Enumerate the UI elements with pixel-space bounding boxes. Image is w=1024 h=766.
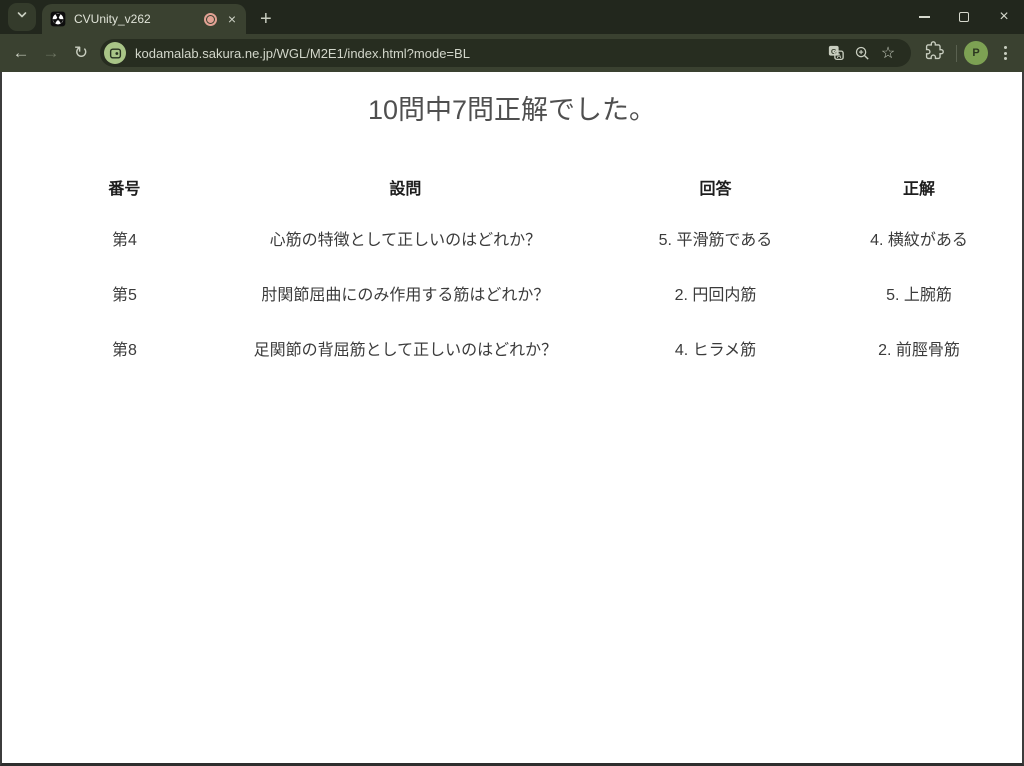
minimize-button[interactable] [904,0,944,34]
profile-avatar[interactable]: P [964,41,988,65]
forward-button[interactable]: → [36,38,66,68]
question-cell: 足関節の背屈筋として正しいのはどれか？ [221,321,589,376]
header-answer: 回答 [590,163,842,211]
answer-cell: 4. ヒラメ筋 [590,321,842,376]
question-cell: 心筋の特徴として正しいのはどれか？ [221,211,589,266]
browser-tab[interactable]: CVUnity_v262 × [42,4,246,34]
question-cell: 肘関節屈曲にのみ作用する筋はどれか？ [221,266,589,321]
correct-cell: 5. 上腕筋 [841,266,996,321]
table-row: 第4 心筋の特徴として正しいのはどれか？ 5. 平滑筋である 4. 横紋がある [28,211,997,266]
url-text[interactable]: kodamalab.sakura.ne.jp/WGL/M2E1/index.ht… [135,46,823,61]
close-icon: × [999,9,1008,25]
address-bar[interactable]: kodamalab.sakura.ne.jp/WGL/M2E1/index.ht… [100,39,911,67]
browser-toolbar: ← → ↻ kodamalab.sakura.ne.jp/WGL/M2E1/in… [0,34,1024,72]
svg-text:A: A [837,53,842,60]
table-header-row: 番号 設問 回答 正解 [28,163,997,211]
tab-strip: CVUnity_v262 × + × [0,0,1024,34]
puzzle-icon [925,41,944,65]
tab-title: CVUnity_v262 [74,12,204,26]
number-cell: 第8 [28,321,222,376]
window-controls: × [904,0,1024,34]
header-correct: 正解 [841,163,996,211]
maximize-icon [959,12,969,22]
minimize-icon [919,16,930,18]
new-tab-button[interactable]: + [260,9,272,29]
correct-cell: 4. 横紋がある [841,211,996,266]
maximize-button[interactable] [944,0,984,34]
toolbar-divider [956,45,957,62]
number-cell: 第4 [28,211,222,266]
kebab-menu-icon [1004,46,1007,49]
answer-cell: 5. 平滑筋である [590,211,842,266]
extensions-button[interactable] [919,38,949,68]
tab-close-icon[interactable]: × [226,11,238,27]
tab-search-button[interactable] [8,3,36,31]
table-row: 第5 肘関節屈曲にのみ作用する筋はどれか？ 2. 円回内筋 5. 上腕筋 [28,266,997,321]
site-info-icon[interactable] [104,42,126,64]
page-title: 10問中7問正解でした。 [2,88,1022,127]
browser-menu-button[interactable] [992,40,1018,66]
close-button[interactable]: × [984,0,1024,34]
header-question: 設問 [221,163,589,211]
header-number: 番号 [28,163,222,211]
reload-button[interactable]: ↻ [66,38,96,68]
tab-recording-icon [204,13,217,26]
chevron-down-icon [16,8,28,26]
correct-cell: 2. 前脛骨筋 [841,321,996,376]
results-table: 番号 設問 回答 正解 第4 心筋の特徴として正しいのはどれか？ 5. 平滑筋で… [28,163,997,376]
answer-cell: 2. 円回内筋 [590,266,842,321]
back-button[interactable]: ← [6,38,36,68]
favicon-icon [50,11,66,27]
bookmark-star-icon[interactable]: ☆ [875,40,901,66]
table-row: 第8 足関節の背屈筋として正しいのはどれか？ 4. ヒラメ筋 2. 前脛骨筋 [28,321,997,376]
browser-window: CVUnity_v262 × + × ← → ↻ kodamalab.sakur… [0,0,1024,766]
translate-icon[interactable]: G A [823,40,849,66]
page-content: 10問中7問正解でした。 番号 設問 回答 正解 第4 心筋の特徴として正しいの… [0,72,1024,766]
zoom-icon[interactable] [849,40,875,66]
number-cell: 第5 [28,266,222,321]
